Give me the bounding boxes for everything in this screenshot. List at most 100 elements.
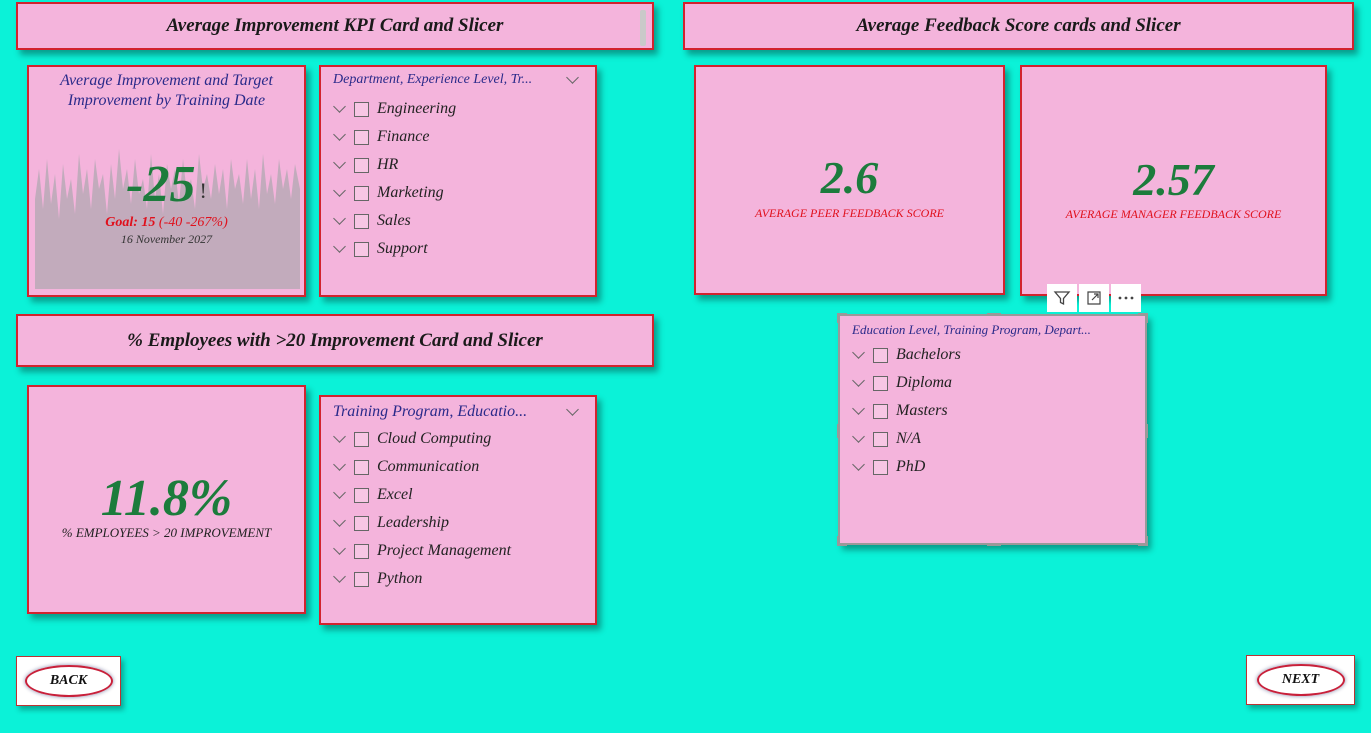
department-slicer-title: Department, Experience Level, Tr... <box>333 72 533 87</box>
kpi-section-header: Average Improvement KPI Card and Slicer <box>16 2 654 50</box>
employees-improvement-card[interactable]: 11.8% % EMPLOYEES > 20 IMPROVEMENT <box>27 385 306 614</box>
slicer-item[interactable]: Cloud Computing <box>333 425 511 453</box>
expand-chevron-icon[interactable] <box>333 429 346 443</box>
checkbox[interactable] <box>354 101 369 117</box>
checkbox[interactable] <box>354 571 369 587</box>
expand-chevron-icon[interactable] <box>333 183 346 197</box>
expand-chevron-icon[interactable] <box>333 155 346 169</box>
expand-chevron-icon[interactable] <box>852 401 865 415</box>
department-slicer[interactable]: Department, Experience Level, Tr... Engi… <box>319 65 597 297</box>
expand-chevron-icon[interactable] <box>333 99 346 113</box>
expand-chevron-icon[interactable] <box>333 457 346 471</box>
slicer-item-label: N/A <box>896 430 921 447</box>
checkbox[interactable] <box>354 129 369 145</box>
checkbox[interactable] <box>873 431 888 447</box>
chevron-down-icon[interactable] <box>566 72 579 84</box>
resize-handle[interactable] <box>1145 536 1148 546</box>
resize-handle[interactable] <box>1145 424 1148 438</box>
focus-mode-icon[interactable] <box>1079 284 1109 312</box>
slicer-item[interactable]: Diploma <box>852 369 961 397</box>
kpi-goal: Goal: 15 (-40 -267%) <box>29 215 304 231</box>
education-slicer-header[interactable]: Education Level, Training Program, Depar… <box>852 322 1133 338</box>
department-slicer-header[interactable]: Department, Experience Level, Tr... <box>333 72 583 88</box>
resize-handle[interactable] <box>987 313 1001 316</box>
back-button[interactable]: BACK <box>16 656 121 706</box>
slicer-item[interactable]: Sales <box>333 207 456 235</box>
slicer-item[interactable]: Bachelors <box>852 341 961 369</box>
resize-handle[interactable] <box>837 424 840 438</box>
filter-icon[interactable] <box>1047 284 1077 312</box>
checkbox[interactable] <box>354 157 369 173</box>
department-slicer-list: Engineering Finance HR Marketing Sales S… <box>333 95 456 263</box>
checkbox[interactable] <box>873 403 888 419</box>
kpi-status-indicator: ! <box>199 178 207 203</box>
training-slicer[interactable]: Training Program, Educatio... Cloud Comp… <box>319 395 597 625</box>
checkbox[interactable] <box>354 241 369 257</box>
expand-chevron-icon[interactable] <box>333 211 346 225</box>
kpi-goal-label: Goal: 15 <box>105 215 156 230</box>
expand-chevron-icon[interactable] <box>333 239 346 253</box>
slicer-item-label: Diploma <box>896 374 952 391</box>
kpi-goal-detail: (-40 -267%) <box>158 215 228 230</box>
checkbox[interactable] <box>354 487 369 503</box>
checkbox[interactable] <box>873 375 888 391</box>
slicer-item-label: Cloud Computing <box>377 430 492 447</box>
slicer-item[interactable]: Engineering <box>333 95 456 123</box>
next-button-label: NEXT <box>1256 664 1345 696</box>
slicer-item-label: Marketing <box>377 184 444 201</box>
slicer-item-label: Masters <box>896 402 948 419</box>
checkbox[interactable] <box>354 459 369 475</box>
slicer-item-label: Python <box>377 570 423 587</box>
resize-handle[interactable] <box>837 313 840 323</box>
manager-feedback-label: AVERAGE MANAGER FEEDBACK SCORE <box>1065 207 1282 221</box>
resize-handle[interactable] <box>987 543 1001 546</box>
next-button[interactable]: NEXT <box>1246 655 1355 705</box>
scrollbar[interactable] <box>640 10 646 46</box>
training-slicer-header[interactable]: Training Program, Educatio... <box>333 403 583 421</box>
feedback-section-title: Average Feedback Score cards and Slicer <box>856 15 1181 36</box>
checkbox[interactable] <box>873 347 888 363</box>
manager-feedback-card[interactable]: 2.57 AVERAGE MANAGER FEEDBACK SCORE <box>1020 65 1327 296</box>
expand-chevron-icon[interactable] <box>333 127 346 141</box>
slicer-item[interactable]: N/A <box>852 425 961 453</box>
slicer-item[interactable]: Python <box>333 565 511 593</box>
checkbox[interactable] <box>354 185 369 201</box>
resize-handle[interactable] <box>837 536 840 546</box>
checkbox[interactable] <box>354 213 369 229</box>
slicer-item[interactable]: HR <box>333 151 456 179</box>
checkbox[interactable] <box>873 459 888 475</box>
slicer-item[interactable]: Project Management <box>333 537 511 565</box>
slicer-item[interactable]: Communication <box>333 453 511 481</box>
training-slicer-title: Training Program, Educatio... <box>333 403 528 420</box>
kpi-value-text: -25 <box>126 156 196 213</box>
expand-chevron-icon[interactable] <box>852 373 865 387</box>
education-slicer-title: Education Level, Training Program, Depar… <box>852 322 1091 337</box>
more-options-icon[interactable] <box>1111 284 1141 312</box>
peer-feedback-card[interactable]: 2.6 AVERAGE PEER FEEDBACK SCORE <box>694 65 1005 295</box>
expand-chevron-icon[interactable] <box>852 457 865 471</box>
expand-chevron-icon[interactable] <box>333 513 346 527</box>
resize-handle[interactable] <box>1145 313 1148 323</box>
employees-section-header: % Employees with >20 Improvement Card an… <box>16 314 654 367</box>
kpi-card[interactable]: Average Improvement and Target Improveme… <box>27 65 306 297</box>
slicer-item[interactable]: Support <box>333 235 456 263</box>
slicer-item[interactable]: Finance <box>333 123 456 151</box>
expand-chevron-icon[interactable] <box>852 345 865 359</box>
education-slicer[interactable]: Education Level, Training Program, Depar… <box>837 313 1148 546</box>
slicer-item[interactable]: Excel <box>333 481 511 509</box>
slicer-item[interactable]: PhD <box>852 453 961 481</box>
training-slicer-list: Cloud Computing Communication Excel Lead… <box>333 425 511 593</box>
kpi-section-title: Average Improvement KPI Card and Slicer <box>166 15 504 36</box>
slicer-item[interactable]: Marketing <box>333 179 456 207</box>
expand-chevron-icon[interactable] <box>333 569 346 583</box>
expand-chevron-icon[interactable] <box>333 485 346 499</box>
checkbox[interactable] <box>354 431 369 447</box>
checkbox[interactable] <box>354 515 369 531</box>
expand-chevron-icon[interactable] <box>852 429 865 443</box>
expand-chevron-icon[interactable] <box>333 541 346 555</box>
checkbox[interactable] <box>354 543 369 559</box>
slicer-item[interactable]: Leadership <box>333 509 511 537</box>
peer-feedback-label: AVERAGE PEER FEEDBACK SCORE <box>754 206 945 220</box>
chevron-down-icon[interactable] <box>566 403 579 416</box>
slicer-item[interactable]: Masters <box>852 397 961 425</box>
